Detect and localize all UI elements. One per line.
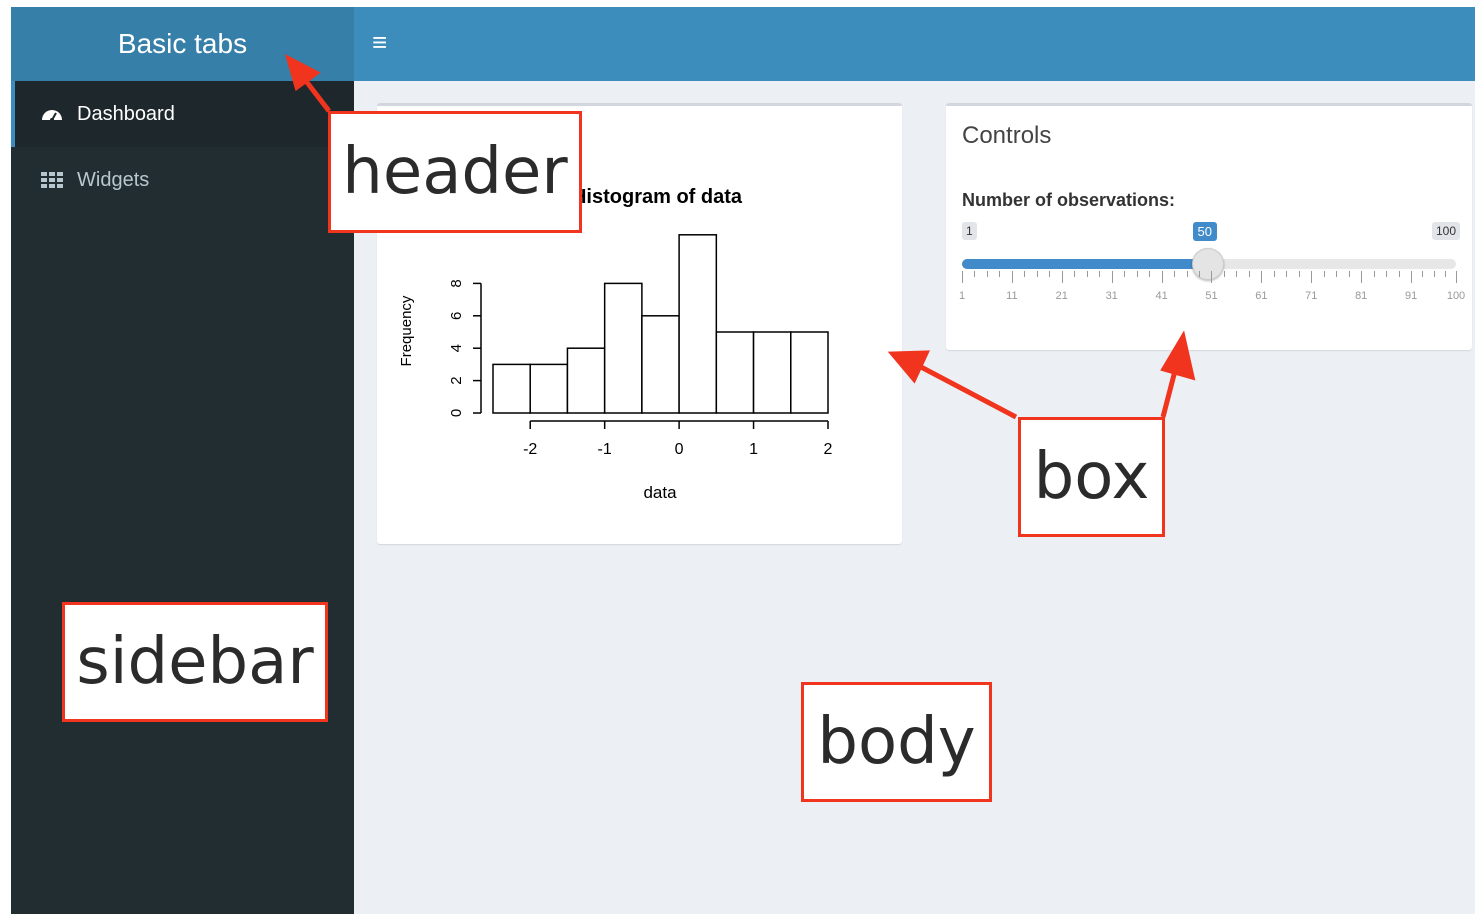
annotation-header: header (328, 111, 582, 233)
annotation-arrows (285, 54, 1196, 420)
annotation-box: box (1018, 417, 1165, 537)
annotation-body: body (801, 682, 992, 802)
app-root: Basic tabs ≡ Dashboard Widgets Histogram… (11, 7, 1475, 914)
annotation-sidebar: sidebar (62, 602, 328, 722)
